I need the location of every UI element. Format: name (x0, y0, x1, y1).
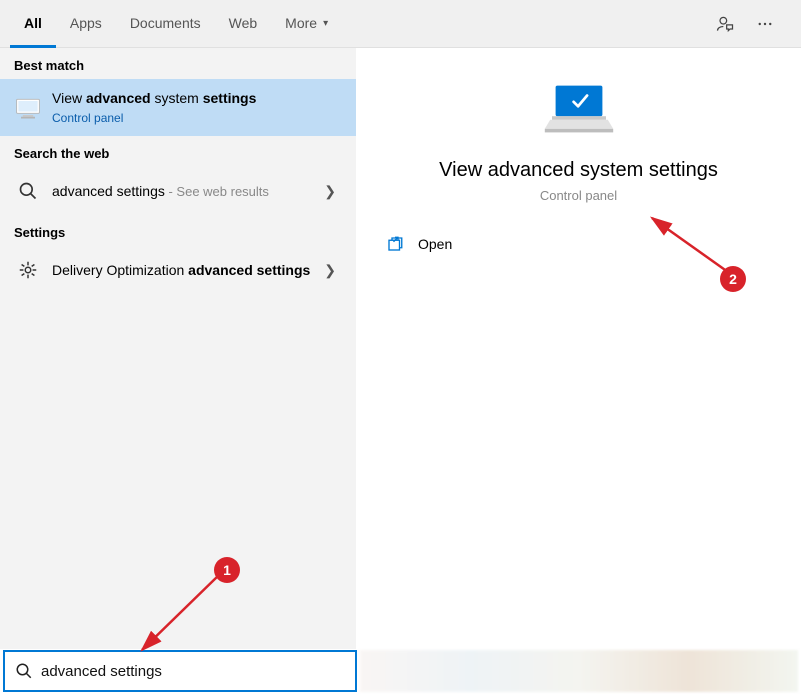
results-panel: Best match View advanced system settings… (0, 48, 356, 649)
chevron-right-icon[interactable]: ❯ (318, 183, 342, 200)
preview-subtitle: Control panel (540, 188, 617, 203)
t: advanced (86, 90, 151, 106)
delivery-optimization-icon (14, 256, 42, 284)
annotation-callout-1: 1 (214, 557, 240, 583)
annotation-callout-2: 2 (720, 266, 746, 292)
section-search-web: Search the web (0, 136, 356, 167)
search-input[interactable] (41, 663, 345, 680)
t: system (151, 90, 203, 106)
preview-panel: View advanced system settings Control pa… (356, 48, 801, 649)
chevron-right-icon[interactable]: ❯ (318, 262, 342, 279)
tab-more[interactable]: More (271, 0, 342, 48)
t: settings (203, 90, 257, 106)
preview-title: View advanced system settings (439, 159, 718, 182)
tab-documents[interactable]: Documents (116, 0, 215, 48)
t: Delivery Optimization (52, 262, 188, 278)
section-best-match: Best match (0, 48, 356, 79)
search-icon (14, 177, 42, 205)
preview-icon (543, 82, 615, 141)
result-settings[interactable]: Delivery Optimization advanced settings … (0, 246, 356, 294)
result-best-match-text: View advanced system settings Control pa… (52, 89, 342, 126)
section-settings: Settings (0, 215, 356, 246)
t: advanced settings (188, 262, 310, 278)
open-icon (386, 235, 404, 253)
search-bar[interactable] (3, 650, 357, 692)
t: View (52, 90, 86, 106)
result-best-match-sub: Control panel (52, 110, 342, 126)
t: advanced settings (52, 183, 165, 199)
result-web-text: advanced settings - See web results (52, 182, 318, 201)
result-settings-text: Delivery Optimization advanced settings (52, 261, 318, 280)
result-best-match[interactable]: View advanced system settings Control pa… (0, 79, 356, 136)
tab-apps[interactable]: Apps (56, 0, 116, 48)
tab-web[interactable]: Web (215, 0, 272, 48)
result-web-hint: - See web results (165, 184, 269, 199)
result-web[interactable]: advanced settings - See web results ❯ (0, 167, 356, 215)
taskbar-area (360, 650, 798, 692)
main-area: Best match View advanced system settings… (0, 48, 801, 649)
more-options-icon[interactable] (755, 14, 775, 34)
feedback-icon[interactable] (715, 14, 735, 34)
tab-all[interactable]: All (10, 0, 56, 48)
search-icon (15, 662, 33, 680)
tab-bar: All Apps Documents Web More (0, 0, 801, 48)
system-icon (14, 94, 42, 122)
action-open-label: Open (418, 236, 452, 252)
